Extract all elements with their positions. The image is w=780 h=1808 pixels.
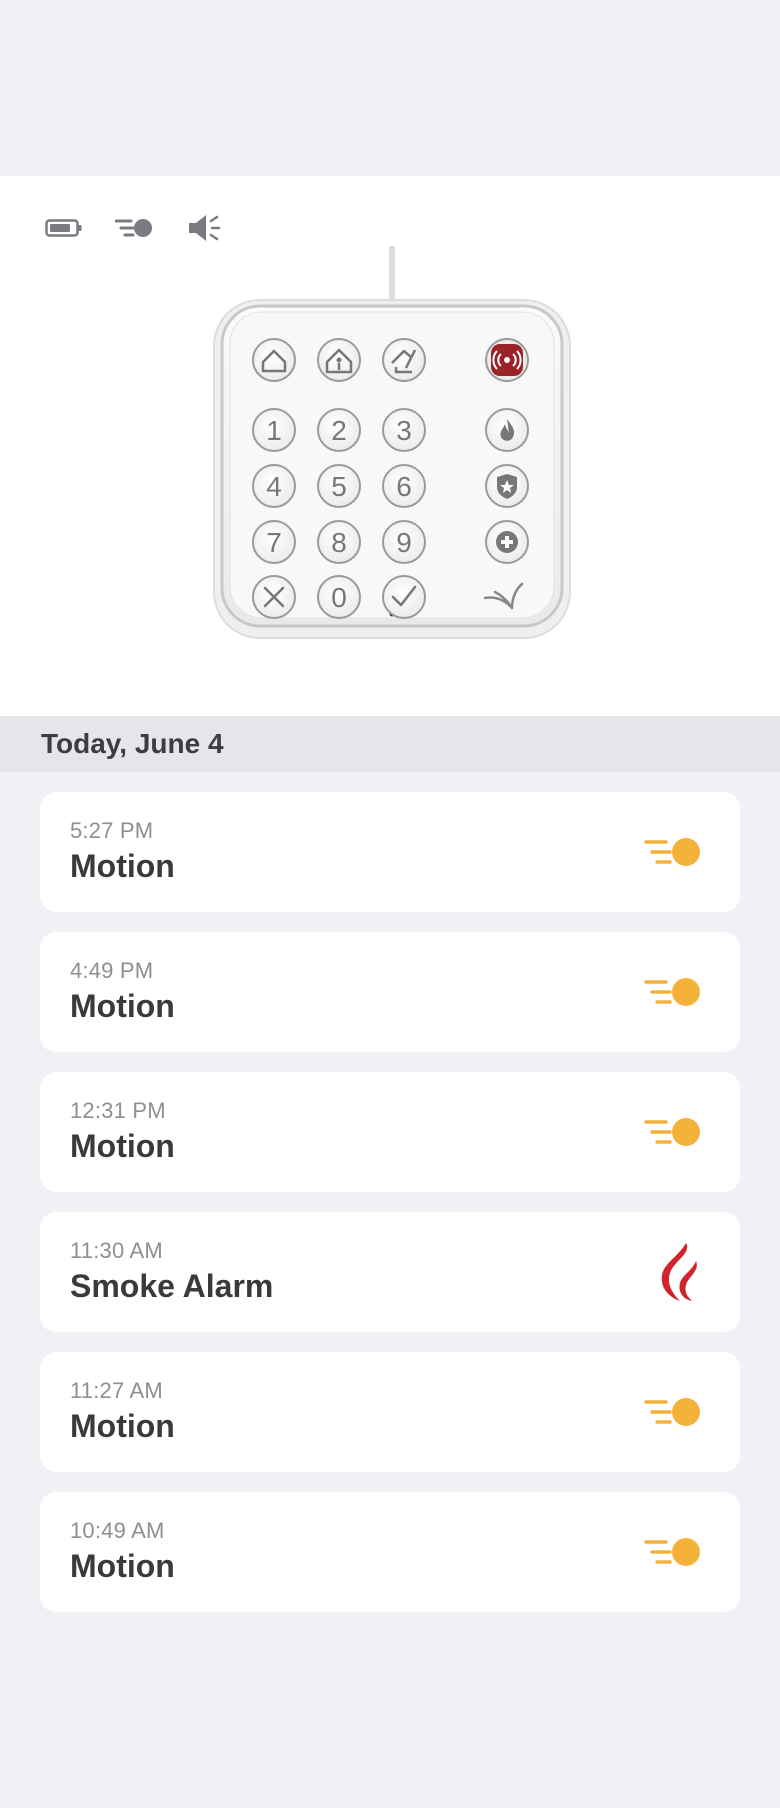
keypad-panic-button — [485, 338, 529, 382]
keypad-digit-8: 8 — [317, 520, 361, 564]
svg-text:5: 5 — [331, 471, 347, 502]
event-name: Motion — [70, 848, 175, 884]
motion-icon — [638, 1100, 702, 1164]
event-time: 4:49 PM — [70, 958, 154, 983]
svg-text:2: 2 — [331, 415, 347, 446]
event-row[interactable]: 11:30 AM Smoke Alarm — [40, 1212, 740, 1332]
top-spacer — [0, 0, 780, 176]
keypad-cancel-button — [252, 575, 296, 619]
keypad-digit-2: 2 — [317, 408, 361, 452]
keypad-police-button — [485, 464, 529, 508]
keypad-home-button — [252, 338, 296, 382]
motion-icon — [638, 1380, 702, 1444]
keypad-fire-button — [485, 408, 529, 452]
keypad-digit-0: 0 — [317, 575, 361, 619]
event-row[interactable]: 5:27 PM Motion — [40, 792, 740, 912]
keypad-digit-3: 3 — [382, 408, 426, 452]
event-name: Motion — [70, 1128, 175, 1164]
event-name: Smoke Alarm — [70, 1268, 274, 1304]
smoke-alarm-icon — [638, 1240, 702, 1304]
event-time: 11:30 AM — [70, 1238, 163, 1263]
event-time: 5:27 PM — [70, 818, 154, 843]
keypad-digit-1: 1 — [252, 408, 296, 452]
event-name: Motion — [70, 988, 175, 1024]
keypad-confirm-button — [382, 575, 426, 619]
status-icons — [44, 210, 224, 246]
keypad-device-image: 1 2 3 4 5 6 7 8 9 0 — [212, 246, 572, 640]
keypad-digit-7: 7 — [252, 520, 296, 564]
event-list: 5:27 PM Motion 4:49 PM Motion 12:31 PM M… — [0, 772, 780, 1612]
device-panel: 1 2 3 4 5 6 7 8 9 0 — [0, 176, 780, 716]
keypad-digit-9: 9 — [382, 520, 426, 564]
keypad-digit-6: 6 — [382, 464, 426, 508]
date-header: Today, June 4 — [0, 716, 780, 772]
svg-text:6: 6 — [396, 471, 412, 502]
svg-text:3: 3 — [396, 415, 412, 446]
speaker-icon — [184, 210, 224, 246]
keypad-digit-4: 4 — [252, 464, 296, 508]
keypad-away-button — [382, 338, 426, 382]
svg-text:4: 4 — [266, 471, 282, 502]
event-name: Motion — [70, 1408, 175, 1444]
motion-icon — [638, 960, 702, 1024]
event-time: 12:31 PM — [70, 1098, 166, 1123]
svg-text:7: 7 — [266, 527, 282, 558]
keypad-digit-5: 5 — [317, 464, 361, 508]
svg-text:1: 1 — [266, 415, 282, 446]
event-row[interactable]: 12:31 PM Motion — [40, 1072, 740, 1192]
event-row[interactable]: 10:49 AM Motion — [40, 1492, 740, 1612]
event-time: 11:27 AM — [70, 1378, 163, 1403]
event-name: Motion — [70, 1548, 175, 1584]
keypad-medical-button — [485, 520, 529, 564]
svg-text:0: 0 — [331, 582, 347, 613]
event-time: 10:49 AM — [70, 1518, 165, 1543]
motion-icon — [638, 1520, 702, 1584]
event-row[interactable]: 4:49 PM Motion — [40, 932, 740, 1052]
battery-icon — [44, 210, 84, 246]
keypad-stay-button — [317, 338, 361, 382]
svg-text:8: 8 — [331, 527, 347, 558]
event-row[interactable]: 11:27 AM Motion — [40, 1352, 740, 1472]
svg-text:9: 9 — [396, 527, 412, 558]
motion-sensor-icon — [114, 210, 154, 246]
motion-icon — [638, 820, 702, 884]
